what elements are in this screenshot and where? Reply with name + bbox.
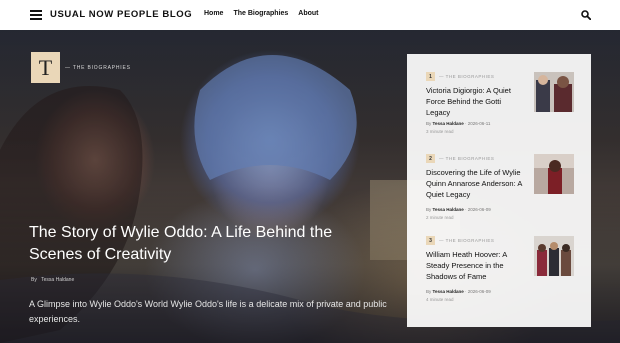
hero-excerpt: A Glimpse into Wylie Oddo's World Wylie …: [29, 299, 387, 324]
site-header: USUAL NOW PEOPLE BLOG Home The Biographi…: [0, 0, 620, 31]
post-author[interactable]: Tessa Haldane: [433, 121, 464, 126]
post-thumbnail[interactable]: [534, 154, 574, 194]
post-meta: By Tessa Haldane · 2026-06-09: [426, 289, 491, 294]
search-icon[interactable]: [581, 10, 591, 20]
hero-meta: By Tessa Haldane: [31, 277, 74, 283]
post-title[interactable]: Discovering the Life of Wylie Quinn Anna…: [426, 167, 526, 200]
post-date: 2026-06-09: [467, 289, 491, 294]
post-by: By: [426, 207, 432, 212]
post-read-time: 4 minute read: [426, 297, 454, 302]
post-category[interactable]: — THE BIOGRAPHIES: [439, 238, 494, 243]
menu-icon[interactable]: [30, 10, 42, 20]
post-title[interactable]: Victoria Digiorgio: A Quiet Force Behind…: [426, 85, 526, 118]
post-number: 2: [426, 154, 435, 163]
post-category[interactable]: — THE BIOGRAPHIES: [439, 74, 494, 79]
main-nav: Home The Biographies About: [204, 10, 329, 17]
post-date: 2026-06-11: [467, 121, 491, 126]
post-author[interactable]: Tessa Haldane: [433, 207, 464, 212]
post-by: By: [426, 121, 432, 126]
hero-author[interactable]: Tessa Haldane: [41, 277, 74, 283]
post-category[interactable]: — THE BIOGRAPHIES: [439, 156, 494, 161]
post-meta: By Tessa Haldane · 2026-06-09: [426, 207, 491, 212]
hero-category[interactable]: — THE BIOGRAPHIES: [65, 65, 131, 71]
site-title[interactable]: USUAL NOW PEOPLE BLOG: [50, 9, 192, 20]
category-badge[interactable]: T: [31, 52, 60, 83]
post-date: 2026-06-09: [467, 207, 491, 212]
hero-by: By: [31, 277, 37, 283]
nav-the-biographies[interactable]: The Biographies: [233, 10, 288, 17]
post-title[interactable]: William Heath Hoover: A Steady Presence …: [426, 249, 526, 282]
post-number: 1: [426, 72, 435, 81]
post-number: 3: [426, 236, 435, 245]
hero-title[interactable]: The Story of Wylie Oddo: A Life Behind t…: [29, 222, 379, 266]
popular-posts-panel: 1 — THE BIOGRAPHIES Victoria Digiorgio: …: [407, 54, 591, 327]
post-by: By: [426, 289, 432, 294]
post-thumbnail[interactable]: [534, 72, 574, 112]
post-meta: By Tessa Haldane · 2026-06-11: [426, 121, 490, 126]
post-author[interactable]: Tessa Haldane: [433, 289, 464, 294]
post-read-time: 2 minute read: [426, 215, 454, 220]
post-read-time: 3 minute read: [426, 129, 454, 134]
nav-home[interactable]: Home: [204, 10, 223, 17]
post-thumbnail[interactable]: [534, 236, 574, 276]
nav-about[interactable]: About: [298, 10, 318, 17]
